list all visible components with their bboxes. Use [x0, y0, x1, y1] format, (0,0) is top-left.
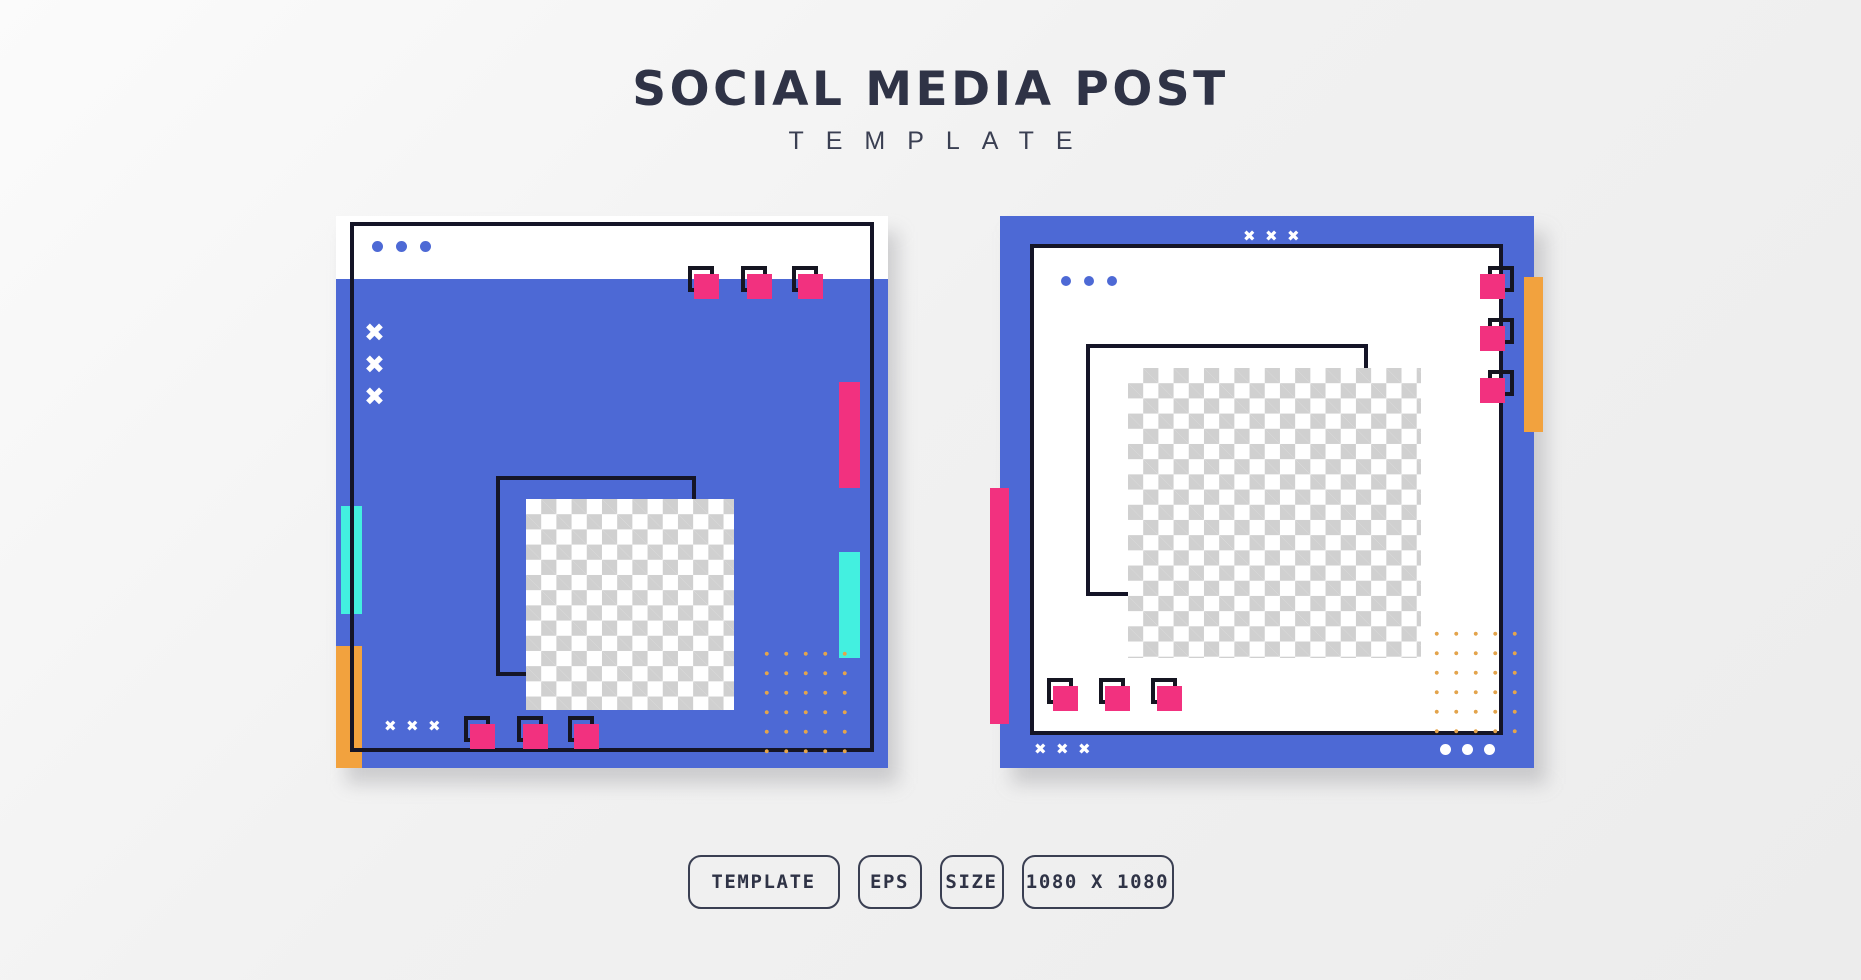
titlebar-dot-1 — [1061, 276, 1071, 286]
square-fill — [1480, 378, 1505, 403]
x-icon-bottom-3: ✖ — [428, 717, 441, 735]
social-post-card-blue-fill[interactable]: ✖ ✖ ✖ ✖ ✖ ✖ — [336, 216, 888, 768]
square-fill — [694, 274, 719, 299]
social-post-card-white-fill[interactable]: ✖ ✖ ✖ ✖ ✖ ✖ — [990, 216, 1543, 768]
titlebar-dot-1 — [372, 241, 383, 252]
pink-square-bottom-3 — [1151, 678, 1183, 712]
dot-grid-orange — [1424, 621, 1522, 739]
x-icon-bottom-2: ✖ — [1056, 740, 1069, 758]
titlebar-dot-2 — [1084, 276, 1094, 286]
x-icon-bottom-3: ✖ — [1078, 740, 1091, 758]
titlebar-dot-3 — [420, 241, 431, 252]
pink-bar-left — [990, 488, 1009, 724]
pink-square-top-3 — [792, 266, 824, 299]
image-placeholder-checkerboard[interactable] — [1128, 368, 1421, 658]
pill-template[interactable]: TEMPLATE — [687, 855, 840, 909]
x-icon-top-3: ✖ — [1287, 227, 1300, 245]
poster-canvas: SOCIAL MEDIA POST TEMPLATE ✖ ✖ ✖ ✖ ✖ ✖ ✖… — [0, 0, 1861, 980]
pink-square-bottom-2 — [517, 716, 549, 750]
header: SOCIAL MEDIA POST TEMPLATE — [0, 66, 1861, 156]
x-icon-bottom-1: ✖ — [1034, 740, 1047, 758]
x-icon-left-3: ✖ — [364, 382, 385, 411]
pink-square-bottom-2 — [1099, 678, 1131, 712]
pink-square-top-2 — [741, 266, 773, 299]
square-fill — [1480, 326, 1505, 351]
square-fill — [1053, 686, 1078, 711]
square-fill — [574, 724, 599, 749]
square-fill — [470, 724, 495, 749]
page-subtitle: TEMPLATE — [788, 127, 1095, 155]
pink-square-right-1 — [1480, 266, 1514, 300]
pink-square-right-3 — [1480, 370, 1514, 404]
x-icon-bottom-1: ✖ — [384, 717, 397, 735]
square-fill — [1480, 274, 1505, 299]
titlebar-dot-2 — [396, 241, 407, 252]
titlebar-dot-3 — [1107, 276, 1117, 286]
page-title: SOCIAL MEDIA POST — [632, 62, 1229, 117]
status-dot-3 — [1484, 744, 1495, 755]
status-dot-2 — [1462, 744, 1473, 755]
x-icon-top-2: ✖ — [1265, 227, 1278, 245]
status-dot-1 — [1440, 744, 1451, 755]
square-fill — [798, 274, 823, 299]
square-fill — [1105, 686, 1130, 711]
dot-grid-orange — [754, 641, 854, 759]
pink-square-right-2 — [1480, 318, 1514, 352]
pink-square-bottom-1 — [464, 716, 496, 750]
square-fill — [523, 724, 548, 749]
pink-square-bottom-3 — [568, 716, 600, 750]
info-pill-row: TEMPLATE EPS SIZE 1080 X 1080 — [0, 855, 1861, 909]
pill-dimensions[interactable]: 1080 X 1080 — [1021, 855, 1174, 909]
square-fill — [1157, 686, 1182, 711]
x-icon-bottom-2: ✖ — [406, 717, 419, 735]
pill-eps[interactable]: EPS — [857, 855, 922, 909]
square-fill — [747, 274, 772, 299]
image-placeholder-checkerboard[interactable] — [526, 499, 734, 710]
pill-size[interactable]: SIZE — [939, 855, 1004, 909]
x-icon-left-1: ✖ — [364, 318, 385, 347]
pink-square-top-1 — [688, 266, 720, 299]
orange-bar-right — [1524, 277, 1543, 432]
x-icon-left-2: ✖ — [364, 350, 385, 379]
x-icon-top-1: ✖ — [1243, 227, 1256, 245]
pink-square-bottom-1 — [1047, 678, 1079, 712]
